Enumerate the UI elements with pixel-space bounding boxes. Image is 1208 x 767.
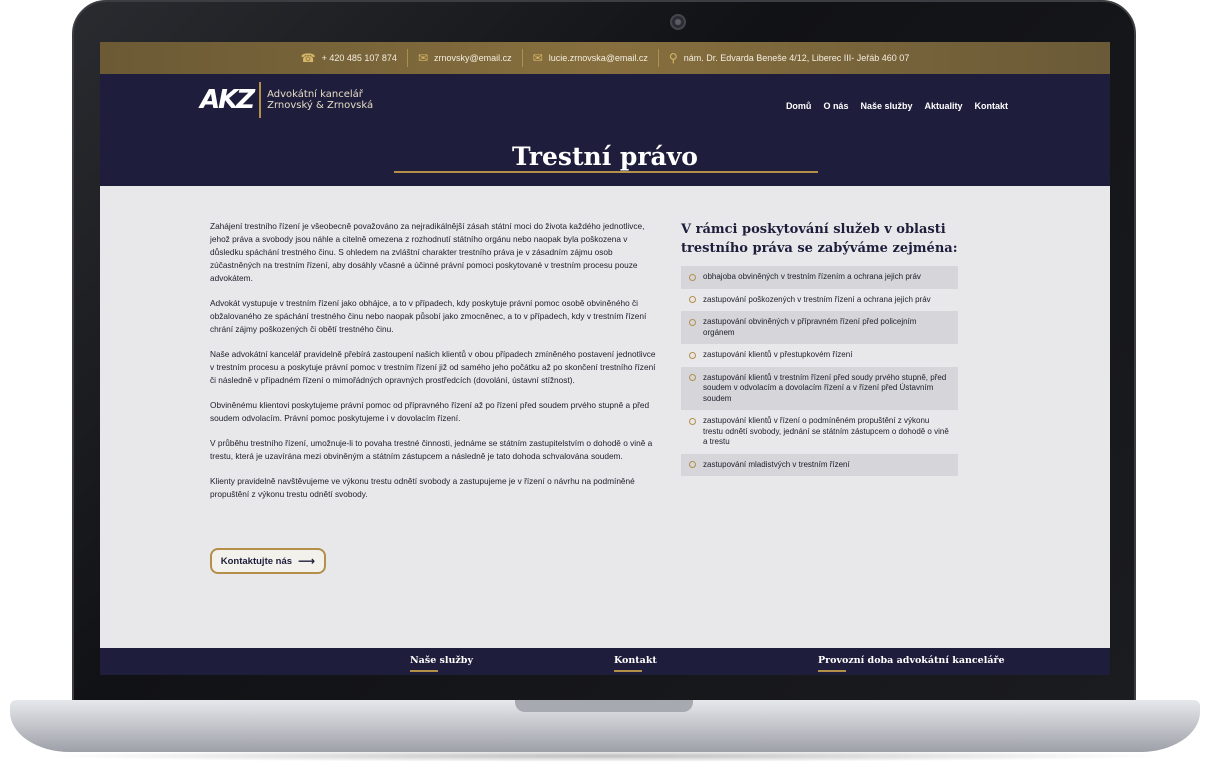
list-item-text: zastupování klientů v trestním řízení př… <box>703 372 947 403</box>
address-contact[interactable]: ⚲ nám. Dr. Edvarda Beneše 4/12, Liberec … <box>669 52 909 64</box>
circle-bullet-icon <box>689 273 696 281</box>
services-heading-line-1: V rámci poskytování služeb v oblasti <box>681 222 946 237</box>
mail-icon: ✉ <box>532 51 543 65</box>
logo[interactable]: AKZ Advokátní kancelář Zrnovský & Zrnovs… <box>200 82 373 118</box>
paragraph: Obviněnému klientovi poskytujeme právní … <box>210 400 650 423</box>
divider <box>521 49 523 67</box>
list-item-text: zastupování mladistvých v trestním řízen… <box>703 459 850 469</box>
circle-bullet-icon <box>689 296 696 303</box>
main-content: Zahájení trestního řízení je všeobecně p… <box>100 186 1110 648</box>
phone-icon: ☎ <box>300 51 316 65</box>
paragraph: V průběhu trestního řízení, umožnuje-li … <box>210 438 653 461</box>
mail-icon: ✉ <box>417 51 428 65</box>
main-nav: Domů O nás Naše služby Aktuality Kontakt <box>786 101 1008 111</box>
list-item: zastupování klientů v řízení o podmíněné… <box>681 410 958 454</box>
contact-us-label: Kontaktujte nás <box>220 555 293 567</box>
logo-line-1: Advokátní kancelář <box>267 89 363 100</box>
email-contact-1[interactable]: ✉ zrnovsky@email.cz <box>418 52 512 64</box>
paragraph: Advokát vystupuje v trestním řízení jako… <box>210 298 647 334</box>
list-item-text: obhajoba obviněných v trestním řízením a… <box>703 272 921 281</box>
nav-item-nase-sluzby[interactable]: Naše služby <box>860 101 912 111</box>
list-item-text: zastupování klientů v přestupkovém řízen… <box>703 350 853 359</box>
circle-bullet-icon <box>689 351 696 359</box>
footer-heading-opening-hours[interactable]: Provozní doba advokátní kanceláře <box>818 655 1005 672</box>
paragraph: Klienty pravidelně navštěvujeme ve výkon… <box>210 476 635 499</box>
laptop-notch <box>515 700 693 712</box>
arrow-right-icon: ⟶ <box>298 554 316 568</box>
paragraph: Naše advokátní kancelář pravidelně přebí… <box>210 349 656 385</box>
browser-screen: ☎ + 420 485 107 874 ✉ zrnovsky@email.cz … <box>100 42 1110 675</box>
logo-divider <box>259 82 262 118</box>
site-footer: Naše služby Kontakt Provozní doba advoká… <box>100 648 1110 675</box>
list-item-text: zastupování poškozených v trestním řízen… <box>703 294 931 304</box>
logo-line-2: Zrnovský & Zrnovská <box>267 100 374 111</box>
email-text-2: lucie.zrnovska@email.cz <box>548 53 648 63</box>
divider <box>406 49 408 67</box>
email-text-1: zrnovsky@email.cz <box>434 53 512 63</box>
address-text: nám. Dr. Edvarda Beneše 4/12, Liberec II… <box>683 53 910 63</box>
nav-item-aktuality[interactable]: Aktuality <box>924 101 962 111</box>
paragraph: Zahájení trestního řízení je všeobecně p… <box>210 221 645 283</box>
phone-text: + 420 485 107 874 <box>321 53 397 63</box>
logo-mark: AKZ <box>200 85 255 115</box>
footer-heading-services[interactable]: Naše služby <box>410 655 473 672</box>
divider <box>657 49 659 67</box>
circle-bullet-icon <box>689 318 696 326</box>
services-panel: V rámci poskytování služeb v oblasti tre… <box>681 220 958 476</box>
list-item: zastupování poškozených v trestním řízen… <box>681 289 958 312</box>
services-heading-line-2: trestního práva se zabýváme zejména: <box>681 241 958 256</box>
list-item: zastupování mladistvých v trestním řízen… <box>681 453 958 476</box>
nav-item-o-nas[interactable]: O nás <box>823 101 848 111</box>
list-item: zastupování klientů v trestním řízení př… <box>681 366 958 410</box>
list-item-text: zastupování klientů v řízení o podmíněné… <box>703 416 949 446</box>
intro-text: Zahájení trestního řízení je všeobecně p… <box>210 220 660 513</box>
nav-item-domu[interactable]: Domů <box>786 101 812 111</box>
email-contact-2[interactable]: ✉ lucie.zrnovska@email.cz <box>533 52 648 64</box>
list-item: zastupování klientů v přestupkovém řízen… <box>681 344 958 367</box>
contact-topbar: ☎ + 420 485 107 874 ✉ zrnovsky@email.cz … <box>100 42 1110 74</box>
circle-bullet-icon <box>689 461 696 468</box>
circle-bullet-icon <box>689 374 696 381</box>
logo-text: Advokátní kancelář Zrnovský & Zrnovská <box>267 89 373 111</box>
camera-icon <box>670 14 686 30</box>
location-pin-icon: ⚲ <box>668 51 678 65</box>
list-item: zastupování obviněných v přípravném říze… <box>681 311 958 344</box>
footer-heading-contact[interactable]: Kontakt <box>614 655 657 672</box>
list-item: obhajoba obviněných v trestním řízením a… <box>681 266 958 289</box>
list-item-text: zastupování obviněných v přípravném říze… <box>703 317 917 337</box>
circle-bullet-icon <box>689 417 696 425</box>
contact-us-button[interactable]: Kontaktujte nás ⟶ <box>210 548 326 574</box>
phone-contact[interactable]: ☎ + 420 485 107 874 <box>301 52 397 64</box>
services-heading: V rámci poskytování služeb v oblasti tre… <box>681 220 958 258</box>
nav-item-kontakt[interactable]: Kontakt <box>975 101 1009 111</box>
title-underline <box>394 171 818 173</box>
page-title: Trestní právo <box>512 142 698 171</box>
